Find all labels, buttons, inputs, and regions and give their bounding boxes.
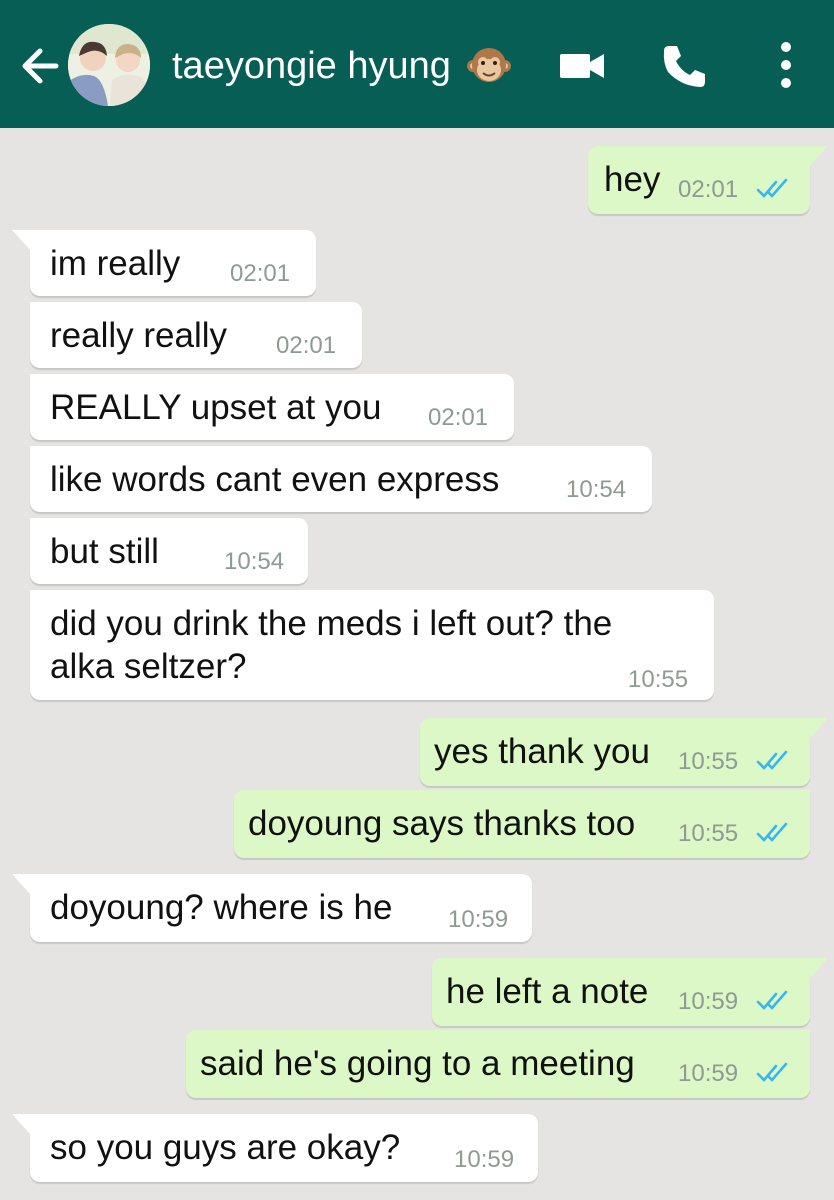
message-time: 10:54 [566, 476, 627, 503]
double-check-read-icon [756, 178, 788, 198]
message-bubble-incoming[interactable]: like words cant even express 10:54 [30, 446, 652, 512]
double-check-read-icon [756, 1062, 788, 1082]
avatar[interactable] [68, 24, 150, 106]
message-time: 02:01 [678, 176, 739, 203]
message-bubble-outgoing[interactable]: said he's going to a meeting 10:59 [186, 1030, 810, 1098]
message-text: REALLY upset at you [50, 388, 382, 427]
message-bubble-incoming[interactable]: doyoung? where is he 10:59 [12, 874, 532, 942]
message-text: yes thank you [434, 732, 650, 771]
message-time: 10:59 [454, 1146, 515, 1173]
message-text: doyoung says thanks too [248, 804, 636, 843]
message-text: said he's going to a meeting [200, 1044, 635, 1083]
message-time: 10:59 [448, 906, 509, 933]
message-text: really really [50, 316, 227, 355]
message-bubble-incoming[interactable]: im really 02:01 [12, 230, 316, 296]
message-time: 02:01 [428, 404, 489, 431]
message-bubble-incoming[interactable]: did you drink the meds i left out? the a… [30, 590, 714, 700]
double-check-read-icon [756, 990, 788, 1010]
message-bubble-incoming[interactable]: but still 10:54 [30, 518, 308, 584]
message-time: 10:59 [678, 988, 739, 1015]
video-camera-icon[interactable] [558, 50, 606, 82]
arrow-left-icon[interactable] [16, 40, 64, 92]
message-time: 02:01 [230, 260, 291, 287]
message-time: 10:54 [224, 548, 285, 575]
double-check-read-icon [756, 822, 788, 842]
message-text: im really [50, 244, 181, 283]
message-text: so you guys are okay? [50, 1128, 401, 1167]
message-bubble-incoming[interactable]: so you guys are okay? 10:59 [12, 1114, 538, 1182]
message-time: 10:55 [678, 748, 739, 775]
message-bubble-outgoing[interactable]: yes thank you 10:55 [420, 718, 828, 786]
message-bubble-outgoing[interactable]: doyoung says thanks too 10:55 [234, 790, 810, 858]
message-time: 10:59 [678, 1060, 739, 1087]
message-time: 10:55 [628, 666, 689, 693]
monkey-face-icon [467, 48, 511, 82]
message-text: hey [604, 160, 661, 199]
message-text: did you drink the meds i left out? the a… [50, 604, 613, 686]
message-bubble-outgoing[interactable]: hey 02:01 [588, 146, 828, 214]
phone-icon[interactable] [660, 42, 708, 90]
message-text: but still [50, 532, 159, 571]
double-check-read-icon [756, 750, 788, 770]
message-time: 02:01 [276, 332, 337, 359]
message-bubble-incoming[interactable]: REALLY upset at you 02:01 [30, 374, 514, 440]
more-vertical-icon[interactable] [772, 40, 800, 90]
message-time: 10:55 [678, 820, 739, 847]
chat-header: taeyongie hyung [0, 0, 834, 128]
message-text: doyoung? where is he [50, 888, 393, 927]
contact-name[interactable]: taeyongie hyung [172, 44, 451, 88]
message-bubble-outgoing[interactable]: he left a note 10:59 [432, 958, 828, 1026]
message-text: he left a note [446, 972, 649, 1011]
message-text: like words cant even express [50, 460, 500, 499]
message-bubble-incoming[interactable]: really really 02:01 [30, 302, 362, 368]
